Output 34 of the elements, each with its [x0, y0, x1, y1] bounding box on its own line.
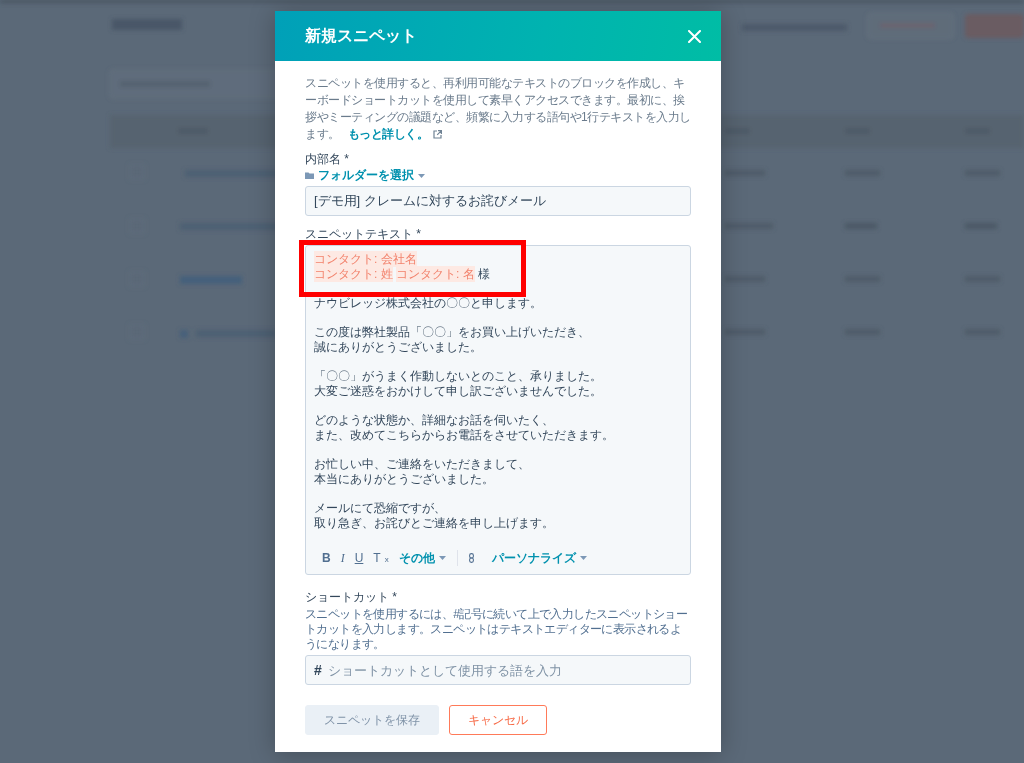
learn-more-link[interactable]: もっと詳しく。	[347, 127, 442, 141]
editor-text: 様	[478, 267, 491, 281]
underline-button[interactable]: U	[349, 550, 369, 566]
contact-token: コンタクト: 会社名	[314, 251, 417, 267]
field-label: 内部名 *	[305, 151, 350, 167]
help-text: スニペットを使用するには、#記号に続いて上で入力したスニペットショートカットを入力します。スニペットはテキストエディターに表示されるようになります。	[305, 607, 689, 652]
link-icon	[468, 553, 474, 563]
contact-token: コンタクト: 名	[396, 266, 475, 282]
editor-paragraph: メールにて恐縮ですが、 取り急ぎ、お詫びとご連絡を申し上げます。	[314, 501, 554, 531]
editor-paragraph: この度は弊社製品「〇〇」をお買い上げいただき、 誠にありがとうございました。	[314, 325, 590, 355]
field-label: スニペットテキスト *	[305, 226, 422, 242]
description-text: スニペットを使用すると、再利用可能なテキストのブロックを作成し、キーボードショートカットを使用して素早くアクセスできます。最初に、挨拶やミーティングの議題など、頻繁に入力する語句や1行テキストを入力します。 もっと詳しく。	[305, 75, 691, 143]
editor-paragraph: 「〇〇」がうまく作動しないとのこと、承りました。 大変ご迷惑をおかけして申し訳ございませんでした。	[314, 369, 602, 399]
cancel-button[interactable]: キャンセル	[449, 705, 547, 735]
modal-title: 新規スニペット	[305, 26, 417, 46]
external-link-icon	[433, 130, 442, 139]
editor-paragraph: ナウビレッジ株式会社の〇〇と申します。	[314, 296, 542, 311]
hash-symbol: #	[314, 662, 322, 678]
close-icon	[688, 29, 701, 43]
caret-icon	[418, 173, 425, 178]
bold-button[interactable]: B	[317, 550, 336, 566]
caret-icon	[438, 556, 446, 560]
folder-dropdown[interactable]: フォルダーを選択	[305, 168, 425, 183]
name-input[interactable]: [デモ用] クレームに対するお詫びメール	[305, 186, 691, 216]
contact-token: コンタクト: 姓	[314, 266, 393, 282]
caret-icon	[579, 556, 587, 560]
italic-button[interactable]: I	[335, 550, 350, 566]
field-label: ショートカット *	[305, 589, 398, 605]
editor-paragraph: お忙しい中、ご連絡をいただきまして、 本当にありがとうございました。	[314, 457, 530, 487]
close-button[interactable]	[686, 27, 703, 45]
folder-icon	[305, 172, 314, 179]
toolbar-dropdown[interactable]: その他	[393, 550, 451, 566]
editor-paragraph: どのような状態か、詳細なお話を伺いたく、 また、改めてこちらからお電話をさせていただきます。	[314, 413, 614, 443]
toolbar-dropdown[interactable]: パーソナライズ	[486, 550, 592, 566]
